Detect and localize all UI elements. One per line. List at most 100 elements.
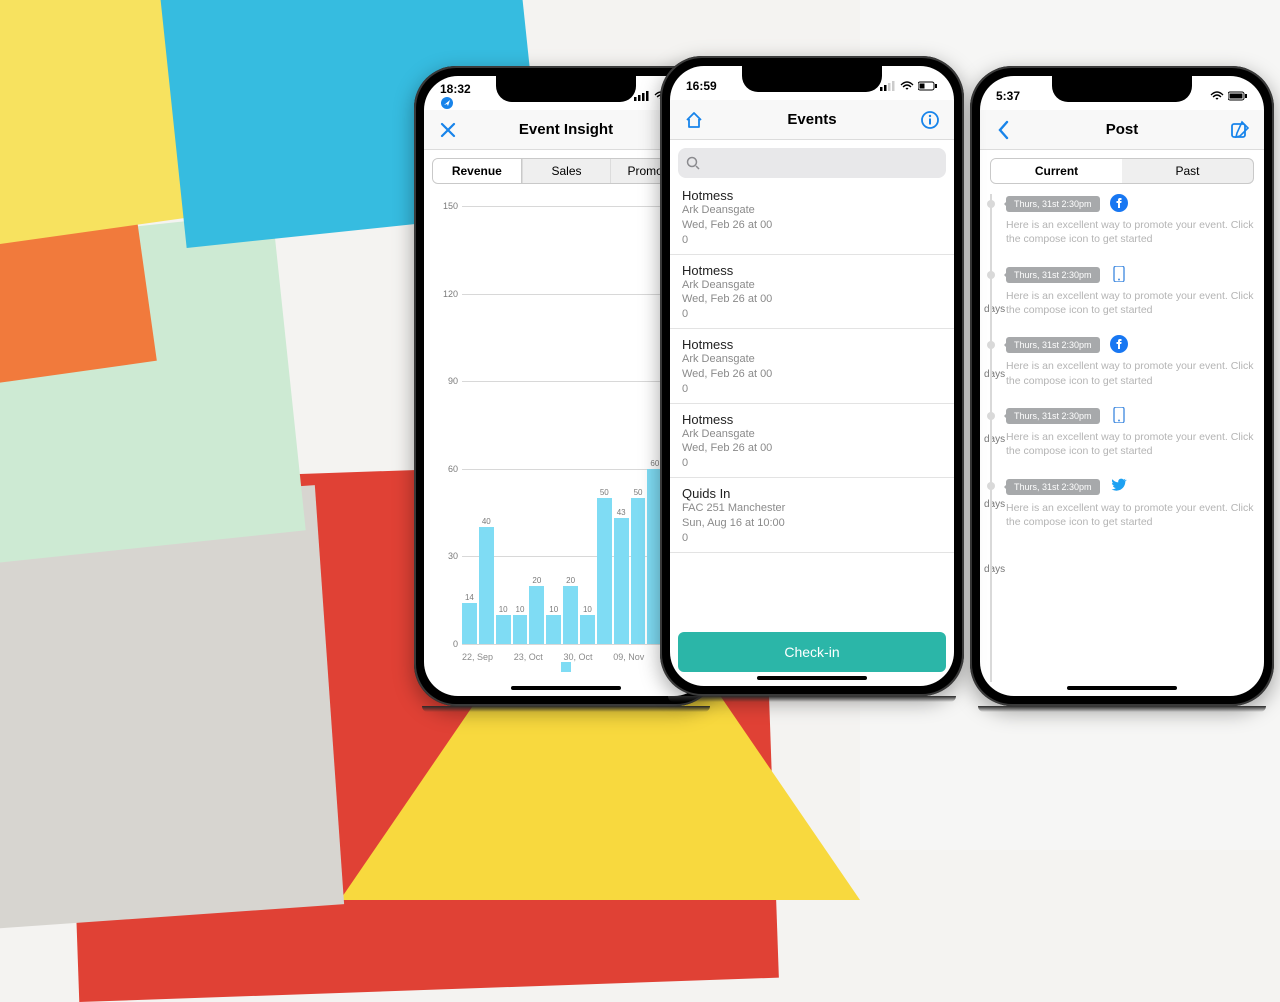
nav-bar: Events <box>670 100 954 140</box>
notch <box>496 76 636 102</box>
post-text: Here is an excellent way to promote your… <box>1006 501 1254 529</box>
y-tick: 30 <box>448 551 458 561</box>
phone-post: 5:37 Post Current Past days days days da… <box>970 66 1274 706</box>
y-tick: 0 <box>453 639 458 649</box>
x-tick: 22, Sep <box>462 652 493 662</box>
event-name: Hotmess <box>682 188 942 203</box>
y-tick: 60 <box>448 464 458 474</box>
bar: 10 <box>513 206 528 644</box>
post-text: Here is an excellent way to promote your… <box>1006 430 1254 458</box>
event-count: 0 <box>682 531 942 546</box>
bar: 50 <box>631 206 646 644</box>
post-entry[interactable]: Thurs, 31st 2:30pm Here is an excellent w… <box>1006 194 1254 247</box>
phone-icon <box>1110 265 1128 283</box>
event-count: 0 <box>682 307 942 322</box>
bar: 10 <box>496 206 511 644</box>
event-name: Hotmess <box>682 337 942 352</box>
post-timeline: Thurs, 31st 2:30pm Here is an excellent w… <box>990 194 1254 682</box>
bar: 20 <box>529 206 544 644</box>
post-timestamp: Thurs, 31st 2:30pm <box>1006 267 1100 283</box>
status-time: 5:37 <box>996 89 1020 103</box>
notch <box>1052 76 1192 102</box>
list-item[interactable]: HotmessArk DeansgateWed, Feb 26 at 000 <box>670 180 954 255</box>
x-tick: 09, Nov <box>613 652 644 662</box>
nav-title: Events <box>670 111 954 128</box>
bar: 50 <box>597 206 612 644</box>
bar: 43 <box>614 206 629 644</box>
search-icon <box>686 156 700 170</box>
event-venue: Ark Deansgate <box>682 352 942 367</box>
bar: 40 <box>479 206 494 644</box>
search-input[interactable] <box>678 148 946 178</box>
checkin-button[interactable]: Check-in <box>678 632 946 672</box>
post-text: Here is an excellent way to promote your… <box>1006 359 1254 387</box>
home-indicator <box>757 676 867 680</box>
status-time: 16:59 <box>686 79 717 93</box>
battery-icon <box>918 81 938 91</box>
event-name: Quids In <box>682 486 942 501</box>
post-entry[interactable]: Thurs, 31st 2:30pm Here is an excellent w… <box>1006 476 1254 529</box>
x-tick: 30, Oct <box>563 652 592 662</box>
list-item[interactable]: HotmessArk DeansgateWed, Feb 26 at 000 <box>670 255 954 330</box>
event-venue: Ark Deansgate <box>682 278 942 293</box>
battery-icon <box>1228 91 1248 101</box>
facebook-icon <box>1110 335 1128 353</box>
nav-bar: Post <box>980 110 1264 150</box>
post-text: Here is an excellent way to promote your… <box>1006 289 1254 317</box>
phone-icon <box>1110 406 1128 424</box>
chart-legend-swatch <box>561 662 571 672</box>
tab-past[interactable]: Past <box>1122 159 1253 183</box>
nav-title: Post <box>980 121 1264 138</box>
bar: 20 <box>563 206 578 644</box>
wifi-icon <box>1210 91 1224 101</box>
segment-control[interactable]: Current Past <box>990 158 1254 184</box>
facebook-icon <box>1110 194 1128 212</box>
event-when: Wed, Feb 26 at 00 <box>682 218 942 233</box>
cellular-icon <box>880 81 896 91</box>
event-venue: Ark Deansgate <box>682 427 942 442</box>
status-time: 18:32 <box>440 82 471 96</box>
event-name: Hotmess <box>682 263 942 278</box>
list-item[interactable]: HotmessArk DeansgateWed, Feb 26 at 000 <box>670 404 954 479</box>
y-tick: 90 <box>448 376 458 386</box>
y-tick: 150 <box>443 201 458 211</box>
x-tick: 23, Oct <box>514 652 543 662</box>
post-timestamp: Thurs, 31st 2:30pm <box>1006 479 1100 495</box>
event-when: Sun, Aug 16 at 10:00 <box>682 516 942 531</box>
notch <box>742 66 882 92</box>
list-item[interactable]: Quids InFAC 251 ManchesterSun, Aug 16 at… <box>670 478 954 553</box>
post-timestamp: Thurs, 31st 2:30pm <box>1006 337 1100 353</box>
list-item[interactable]: HotmessArk DeansgateWed, Feb 26 at 000 <box>670 329 954 404</box>
tab-current[interactable]: Current <box>991 159 1122 183</box>
event-count: 0 <box>682 382 942 397</box>
bar: 10 <box>546 206 561 644</box>
tab-sales[interactable]: Sales <box>522 159 611 183</box>
event-count: 0 <box>682 456 942 471</box>
event-name: Hotmess <box>682 412 942 427</box>
twitter-icon <box>1110 476 1128 494</box>
wifi-icon <box>900 81 914 91</box>
checkin-label: Check-in <box>784 644 839 660</box>
post-text: Here is an excellent way to promote your… <box>1006 218 1254 246</box>
event-list: HotmessArk DeansgateWed, Feb 26 at 000Ho… <box>670 180 954 628</box>
event-when: Wed, Feb 26 at 00 <box>682 367 942 382</box>
home-indicator <box>511 686 621 690</box>
bar: 10 <box>580 206 595 644</box>
event-venue: Ark Deansgate <box>682 203 942 218</box>
tab-revenue[interactable]: Revenue <box>433 159 522 183</box>
location-icon <box>440 96 454 110</box>
post-timestamp: Thurs, 31st 2:30pm <box>1006 408 1100 424</box>
revenue-chart: 0306090120150 14401010201020105043506080… <box>434 206 698 668</box>
post-entry[interactable]: Thurs, 31st 2:30pm Here is an excellent w… <box>1006 406 1254 459</box>
cellular-icon <box>634 91 650 101</box>
phone-events: 16:59 Events HotmessArk DeansgateWed, Fe… <box>660 56 964 696</box>
post-entry[interactable]: Thurs, 31st 2:30pm Here is an excellent w… <box>1006 265 1254 318</box>
bar: 14 <box>462 206 477 644</box>
event-when: Wed, Feb 26 at 00 <box>682 292 942 307</box>
event-when: Wed, Feb 26 at 00 <box>682 441 942 456</box>
event-count: 0 <box>682 233 942 248</box>
home-indicator <box>1067 686 1177 690</box>
event-venue: FAC 251 Manchester <box>682 501 942 516</box>
post-entry[interactable]: Thurs, 31st 2:30pm Here is an excellent w… <box>1006 335 1254 388</box>
post-timestamp: Thurs, 31st 2:30pm <box>1006 196 1100 212</box>
